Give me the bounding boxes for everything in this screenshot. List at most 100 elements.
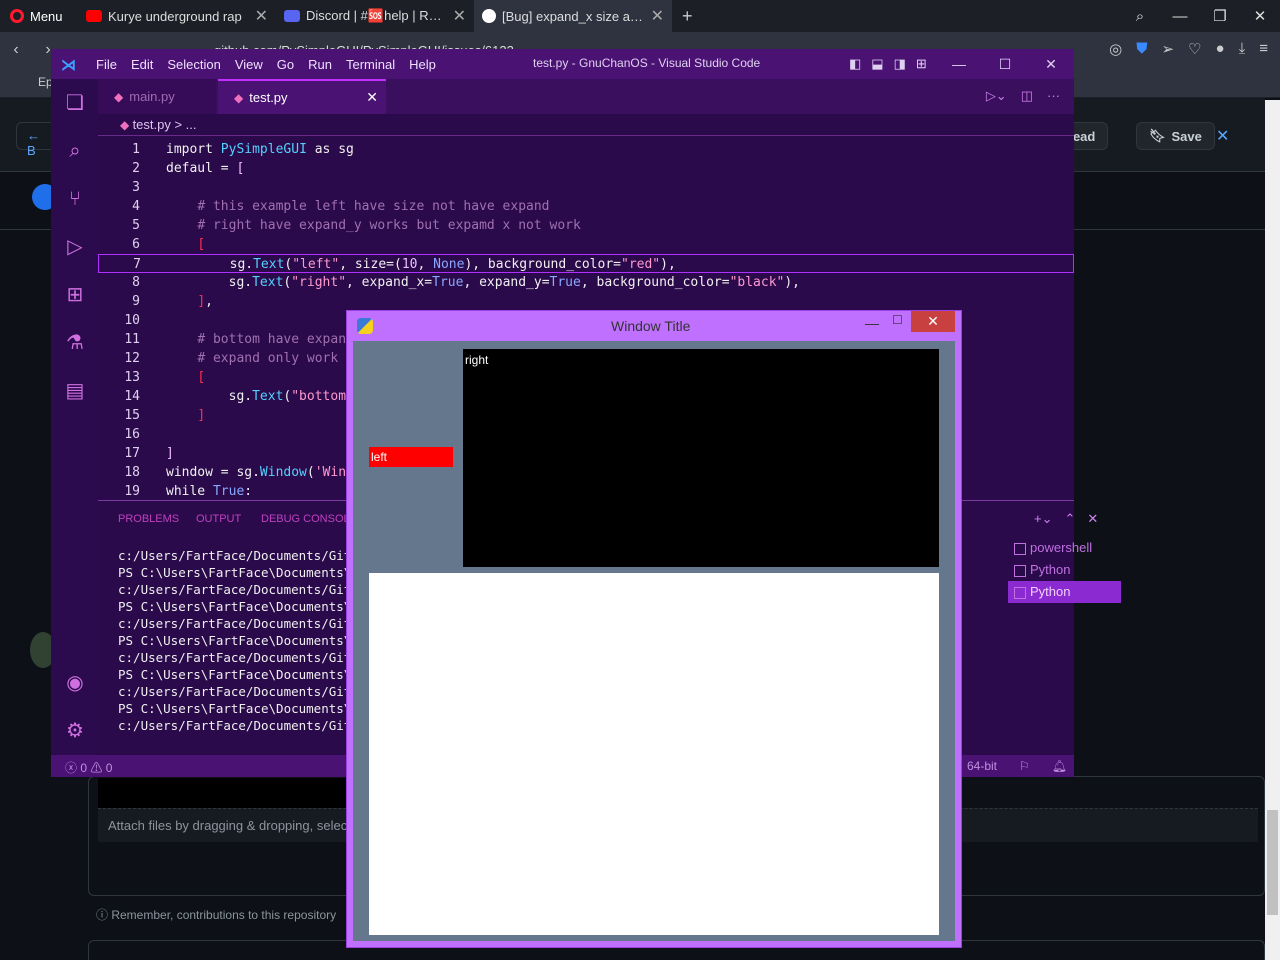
more-actions-icon[interactable]: ··· — [1047, 88, 1060, 104]
terminal-list: powershell Python Python — [1008, 537, 1121, 603]
terminal-item[interactable]: Python — [1008, 581, 1121, 603]
maximize-panel-icon[interactable]: ⌃ — [1064, 511, 1075, 527]
toggle-panel-icon[interactable]: ⬓ — [871, 56, 883, 72]
menu-run[interactable]: Run — [301, 57, 339, 72]
close-tab-icon[interactable]: ✕ — [651, 6, 664, 26]
browser-tab-youtube[interactable]: Kurye underground rap ✕ — [78, 0, 276, 32]
testing-icon[interactable]: ⚗ — [63, 331, 87, 355]
psg-title-bar[interactable]: Window Title — ☐ ✕ — [347, 311, 961, 341]
tab-output[interactable]: OUTPUT — [196, 513, 241, 525]
menu-file[interactable]: File — [89, 57, 124, 72]
code-text: # right have expand_y works but expamd x… — [197, 218, 581, 233]
scrollbar-thumb[interactable] — [1267, 810, 1278, 915]
code-text: # expand only work s — [197, 351, 354, 366]
browser-tab-title: Kurye underground rap — [108, 8, 242, 24]
code-line[interactable]: 7 sg.Text("left", size=(10, None), backg… — [98, 254, 1074, 273]
feedback-icon[interactable]: ⚐ — [1019, 759, 1030, 773]
tab-test-py[interactable]: ◆ test.py ✕ — [218, 79, 386, 114]
close-window-icon[interactable]: ✕ — [1240, 7, 1280, 25]
code-line[interactable]: 1 import PySimpleGUI as sg — [98, 140, 1074, 159]
source-control-icon[interactable]: ⑂ — [63, 187, 87, 211]
split-editor-icon[interactable]: ◫ — [1021, 88, 1033, 104]
comment-textarea[interactable] — [98, 778, 358, 808]
line-number: 11 — [124, 332, 140, 347]
terminal-line: PS C:\Users\FartFace\Documents\Gi — [118, 599, 367, 614]
close-tab-icon[interactable]: ✕ — [255, 6, 268, 26]
profile-icon[interactable]: ● — [1216, 40, 1225, 58]
back-arrow-icon[interactable]: ‹ — [0, 41, 32, 59]
restore-icon[interactable]: ❐ — [1200, 7, 1240, 25]
menu-view[interactable]: View — [228, 57, 270, 72]
code-text: defaul = [ — [166, 161, 245, 176]
maximize-icon[interactable]: ☐ — [892, 313, 903, 327]
menu-terminal[interactable]: Terminal — [339, 57, 402, 72]
notebook-icon[interactable]: ▤ — [63, 379, 87, 403]
maximize-icon[interactable]: ☐ — [982, 49, 1028, 79]
line-number: 8 — [132, 275, 140, 290]
save-button[interactable]: 🔖︎ Save — [1136, 122, 1215, 150]
minimize-icon[interactable]: — — [865, 315, 879, 331]
camera-icon[interactable]: ◎ — [1109, 40, 1122, 58]
line-number: 12 — [124, 351, 140, 366]
customize-layout-icon[interactable]: ⊞ — [916, 56, 927, 72]
problems-status[interactable]: ⓧ 0 ⚠ 0 — [65, 759, 112, 776]
run-file-icon[interactable]: ▷⌄ — [986, 88, 1007, 104]
menu-edit[interactable]: Edit — [124, 57, 160, 72]
page-scrollbar[interactable] — [1265, 100, 1280, 960]
run-debug-icon[interactable]: ▷ — [63, 235, 87, 259]
discord-icon — [284, 10, 300, 22]
gear-icon[interactable]: ⚙ — [63, 719, 87, 743]
vscode-logo-icon: ⋊ — [61, 57, 76, 74]
close-window-icon[interactable]: ✕ — [911, 311, 955, 332]
terminal-line: c:/Users/FartFace/Documents/GitHu — [118, 650, 367, 665]
search-icon[interactable]: ⌕ — [63, 139, 87, 163]
close-panel-icon[interactable]: ✕ — [1087, 511, 1098, 527]
close-icon[interactable]: ✕ — [1216, 126, 1229, 146]
minimize-icon[interactable]: — — [1160, 8, 1200, 25]
code-line[interactable]: 5 # right have expand_y works but expamd… — [98, 216, 1074, 235]
close-window-icon[interactable]: ✕ — [1028, 49, 1074, 79]
menu-help[interactable]: Help — [402, 57, 443, 72]
extensions-icon[interactable]: ⊞ — [63, 283, 87, 307]
browser-tab-discord[interactable]: Discord | #🆘help | Range ✕ — [276, 0, 474, 32]
notifications-bell-icon[interactable]: 🔔︎ — [1052, 759, 1067, 773]
python-arch-label[interactable]: 64-bit — [967, 759, 997, 773]
explorer-icon[interactable]: ❏ — [63, 91, 87, 115]
browser-window-controls: ⌕ — ❐ ✕ — [1120, 0, 1280, 32]
accounts-icon[interactable]: ◉ — [63, 671, 87, 695]
code-line[interactable]: 8 sg.Text("right", expand_x=True, expand… — [98, 273, 1074, 292]
breadcrumb[interactable]: ◆ test.py > ... — [98, 114, 1074, 136]
code-line[interactable]: 6 [ — [98, 235, 1074, 254]
code-line[interactable]: 2 defaul = [ — [98, 159, 1074, 178]
bookmark-icon: 🔖︎ — [1149, 128, 1166, 143]
shield-icon[interactable]: ⛊ — [1136, 40, 1147, 58]
line-number: 19 — [124, 484, 140, 496]
github-back-button[interactable]: ← B — [16, 122, 56, 158]
send-icon[interactable]: ➢ — [1162, 40, 1175, 58]
toggle-sidebar-icon[interactable]: ◧ — [849, 56, 861, 72]
menu-selection[interactable]: Selection — [160, 57, 227, 72]
toggle-secondary-sidebar-icon[interactable]: ◨ — [894, 56, 906, 72]
search-tabs-icon[interactable]: ⌕ — [1120, 8, 1160, 25]
easy-setup-icon[interactable]: ≡ — [1259, 40, 1268, 58]
terminal-item[interactable]: Python — [1008, 559, 1121, 581]
tab-debug-console[interactable]: DEBUG CONSOLE — [261, 513, 357, 525]
heart-icon[interactable]: ♡ — [1188, 40, 1201, 58]
browser-tab-github[interactable]: [Bug] expand_x size applies ✕ — [474, 0, 672, 32]
minimize-icon[interactable]: — — [936, 49, 982, 79]
close-tab-icon[interactable]: ✕ — [366, 89, 378, 106]
code-text: ], — [197, 294, 213, 309]
code-line[interactable]: 3 — [98, 178, 1074, 197]
close-tab-icon[interactable]: ✕ — [453, 6, 466, 26]
tab-main-py[interactable]: ◆ main.py — [98, 79, 216, 114]
code-line[interactable]: 4 # this example left have size not have… — [98, 197, 1074, 216]
terminal-line: PS C:\Users\FartFace\Documents\Gi — [118, 667, 367, 682]
new-terminal-icon[interactable]: +⌄ — [1034, 511, 1052, 527]
terminal-item[interactable]: powershell — [1008, 537, 1121, 559]
download-icon[interactable]: ⤓ — [1239, 40, 1246, 58]
tab-problems[interactable]: PROBLEMS — [118, 513, 179, 525]
browser-menu-button[interactable]: Menu — [0, 9, 78, 24]
new-tab-icon[interactable]: + — [672, 6, 703, 27]
menu-go[interactable]: Go — [270, 57, 301, 72]
code-line[interactable]: 9 ], — [98, 292, 1074, 311]
